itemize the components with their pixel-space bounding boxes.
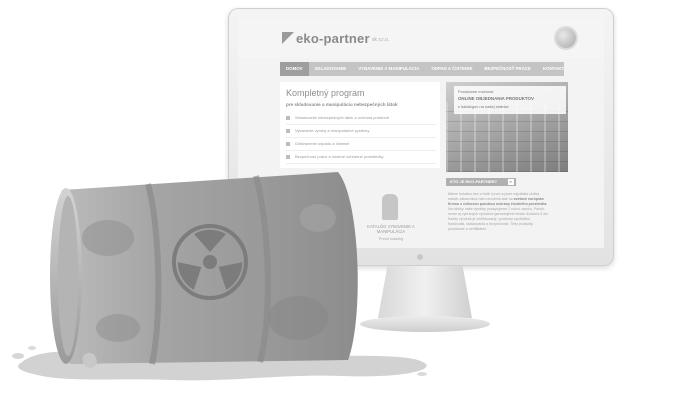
banner-line3: z katalógov na našej stránke xyxy=(458,104,509,109)
promo-item-label: Vybavenie výroby a manipulačné systémy xyxy=(295,128,370,133)
banner-caption: Ponúkame možnosť ONLINE OBJEDNANIA PRODU… xyxy=(454,86,566,114)
site-logo[interactable]: eko-partner xyxy=(296,31,370,46)
monitor-stand xyxy=(378,266,472,318)
catalog-card[interactable]: KATALÓG VYBAVENIE A MANIPULÁCIA Prezri k… xyxy=(356,194,426,248)
banner-line2: ONLINE OBJEDNANIA PRODUKTOV xyxy=(458,96,534,101)
about-heading: KTO JE EKO-PARTNER? xyxy=(450,179,497,184)
promo-item-label: Skladovanie nebezpečných látok a ochrana… xyxy=(295,115,390,120)
radioactive-barrel-icon xyxy=(50,172,358,368)
bullet-icon xyxy=(286,142,290,146)
promo-item-label: Odstránenie odpadu a čistenie xyxy=(295,141,350,146)
logo-icon xyxy=(282,32,294,44)
nav-item-domov[interactable]: DOMOV xyxy=(280,62,309,76)
catalog-link[interactable]: Prezri katalóg xyxy=(356,236,426,241)
about-highlight: svetové európske xyxy=(513,197,545,201)
site-header: eko-partner sk s.r.o. xyxy=(238,18,604,58)
nav-item-vybavenie[interactable]: VYBAVENIE A MANIPULÁCIA xyxy=(352,62,425,76)
nav-item-bezpecnost[interactable]: BEZPEČNOSŤ PRÁCE xyxy=(478,62,537,76)
monitor-base xyxy=(360,316,490,332)
bullet-icon xyxy=(286,155,290,159)
online-order-banner[interactable]: Ponúkame možnosť ONLINE OBJEDNANIA PRODU… xyxy=(446,82,568,172)
main-nav: DOMOV SKLADOVANIE VYBAVENIE A MANIPULÁCI… xyxy=(280,62,564,76)
promo-subtitle: pre skladovanie a manipuláciu nebezpečný… xyxy=(286,102,398,107)
promo-title: Kompletný program xyxy=(286,88,365,98)
globe-icon xyxy=(556,28,576,48)
nav-item-kontakt[interactable]: KONTAKT xyxy=(537,62,570,76)
promo-list-item[interactable]: Skladovanie nebezpečných látok a ochrana… xyxy=(286,112,436,125)
power-led xyxy=(417,254,423,260)
logo-suffix: sk s.r.o. xyxy=(372,37,390,43)
worker-figure-icon xyxy=(382,194,398,220)
nav-item-odpad[interactable]: ODPAD A ČISTENIE xyxy=(425,62,478,76)
promo-list-item[interactable]: Odstránenie odpadu a čistenie xyxy=(286,138,436,151)
about-line: ponúkame a certifikátmi. xyxy=(448,227,487,231)
promo-list-item[interactable]: Bezpečnosť práce a osobné ochranné prost… xyxy=(286,151,436,164)
about-paragraph: Máme bohatou bez v řadě i první a jsme n… xyxy=(448,192,568,232)
promo-list-item[interactable]: Vybavenie výroby a manipulačné systémy xyxy=(286,125,436,138)
about-line: našich zákazníkov nám umožnila stať sa xyxy=(448,197,514,201)
arrow-right-icon: ▸ xyxy=(508,179,514,185)
promo-item-label: Bezpečnosť práce a osobné ochranné prost… xyxy=(295,154,384,159)
bullet-icon xyxy=(286,129,290,133)
promo-panel: Kompletný program pre skladovanie a mani… xyxy=(280,82,440,168)
promo-list: Skladovanie nebezpečných látok a ochrana… xyxy=(286,112,436,164)
nav-item-skladovanie[interactable]: SKLADOVANIE xyxy=(309,62,353,76)
about-heading-bar[interactable]: KTO JE EKO-PARTNER? ▸ xyxy=(446,178,516,186)
hero-illustration: eko-partner sk s.r.o. DOMOV SKLADOVANIE … xyxy=(0,0,688,418)
banner-line1: Ponúkame možnosť xyxy=(458,89,494,94)
catalog-title: KATALÓG VYBAVENIE A MANIPULÁCIA xyxy=(367,224,415,234)
bullet-icon xyxy=(286,116,290,120)
